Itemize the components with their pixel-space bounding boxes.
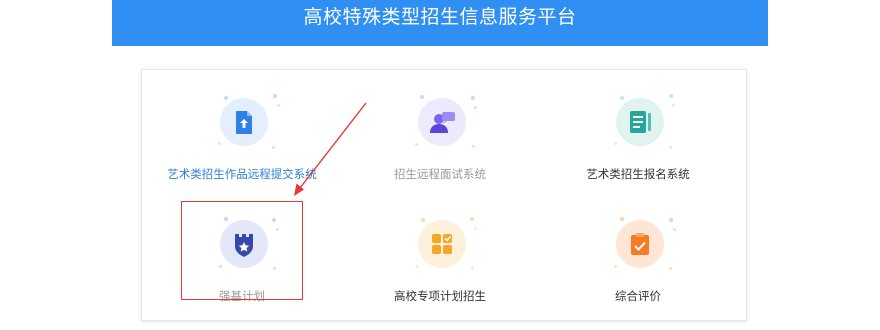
- annotation-arrow: [294, 102, 367, 196]
